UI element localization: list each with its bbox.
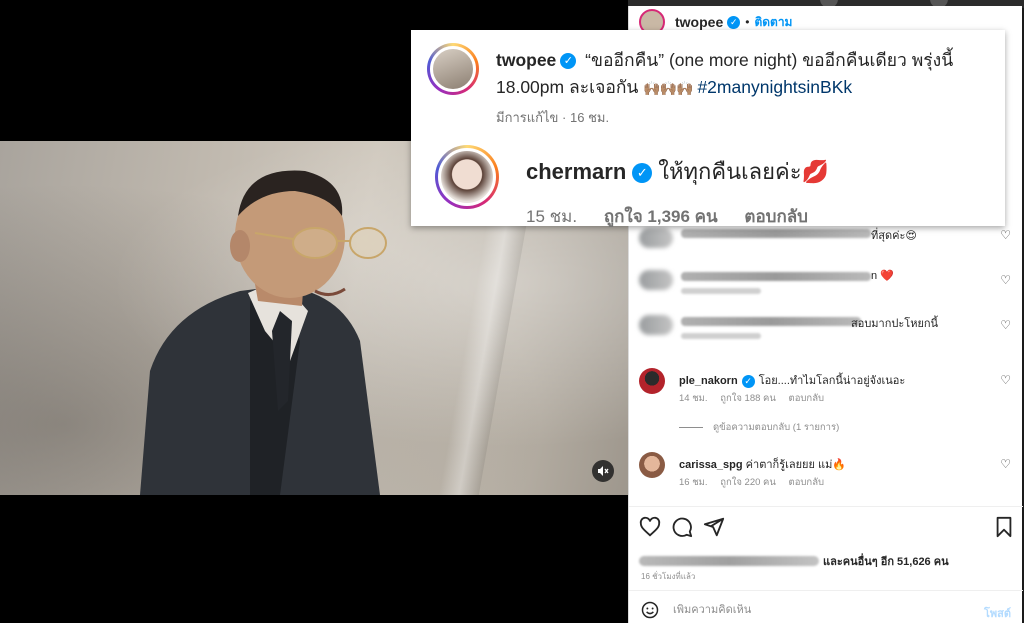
liker-names-blurred [639, 556, 819, 566]
bookmark-icon[interactable] [993, 516, 1015, 538]
comment-likes[interactable]: ถูกใจ 220 คน [720, 477, 776, 488]
emoji-icon[interactable] [641, 601, 659, 619]
comment-text: n ❤️ [871, 270, 894, 282]
caption-meta: มีการแก้ไข · 16 ชม. [496, 107, 609, 128]
comment-meta-blurred [681, 288, 761, 294]
separator-dot: • [745, 15, 750, 29]
comment-item: สอบมากปะโหยกนี้ ♡ [639, 313, 1019, 343]
comment-time: 14 ชม. [679, 393, 708, 404]
video-person [140, 170, 387, 495]
post-timestamp: 16 ชั่วโมงที่แล้ว [641, 572, 696, 581]
commenter-avatar[interactable] [639, 368, 665, 394]
comment-text-blurred [681, 272, 871, 281]
commenter-username[interactable]: carissa_spg [679, 459, 743, 471]
heart-icon[interactable] [639, 516, 661, 538]
comment-text-blurred [681, 317, 861, 326]
reply-button[interactable]: ตอบกลับ [789, 393, 825, 404]
comment-meta: 14 ชม. ถูกใจ 188 คน ตอบกลับ [679, 391, 834, 406]
reply-likes[interactable]: ถูกใจ 1,396 คน [604, 207, 718, 226]
heart-icon[interactable]: ♡ [1000, 228, 1011, 242]
post-comment-button[interactable]: โพสต์ [984, 604, 1011, 622]
muted-speaker-icon [598, 466, 609, 476]
follow-button[interactable]: ติดตาม [754, 13, 792, 32]
author-username[interactable]: twopee [675, 14, 723, 30]
comment-text: ค่าตาก็รู้เลยยย แม่🔥 [745, 459, 847, 471]
heart-icon[interactable]: ♡ [1000, 318, 1011, 332]
avatar-image [438, 148, 496, 206]
comment-text: โอย....ทำไมโลกนี้น่าอยู่จังเนอะ [758, 375, 906, 387]
avatar-image [430, 46, 476, 92]
caption-username[interactable]: twopee [496, 50, 556, 70]
comment-body: ple_nakorn ✓ โอย....ทำไมโลกนี้น่าอยู่จังเน… [679, 371, 905, 389]
caption-time: 16 ชม. [570, 110, 610, 125]
heart-icon[interactable]: ♡ [1000, 457, 1011, 471]
post-caption: twopee ✓ “ขออีกคืน” (one more night) ขออี… [496, 47, 996, 102]
divider [629, 506, 1023, 507]
comment-meta: 16 ชม. ถูกใจ 220 คน ตอบกลับ [679, 475, 834, 490]
commenter-avatar-blurred [639, 228, 673, 248]
reply-username[interactable]: chermarn [526, 159, 626, 184]
comment-input[interactable] [673, 604, 953, 616]
comment-time: 16 ชม. [679, 477, 708, 488]
replies-line [679, 427, 703, 428]
comment-item: ple_nakorn ✓ โอย....ทำไมโลกนี้น่าอยู่จังเน… [639, 368, 1019, 438]
comment-icon[interactable] [671, 516, 693, 538]
view-replies-label: ดูข้อความตอบกลับ (1 รายการ) [713, 422, 840, 433]
caption-emoji: 🙌🏽🙌🏽🙌🏽 [643, 80, 693, 96]
commenter-avatar-blurred [639, 270, 673, 290]
reply-text: ให้ทุกคืนเลยค่ะ [658, 159, 802, 184]
reply-comment: chermarn ✓ ให้ทุกคืนเลยค่ะ💋 [526, 154, 829, 189]
comment-text-blurred [681, 229, 871, 238]
verified-badge-icon: ✓ [741, 374, 755, 388]
reply-author-avatar[interactable] [435, 145, 499, 209]
reply-meta: 15 ชม. ถูกใจ 1,396 คน ตอบกลับ [526, 203, 830, 230]
commenter-avatar[interactable] [639, 452, 665, 478]
caption-hashtag[interactable]: #2manynightsinBKk [697, 77, 852, 97]
verified-badge-icon: ✓ [560, 53, 577, 69]
likes-summary[interactable]: และคนอื่นๆ อีก 51,626 คน [639, 552, 949, 570]
comment-likes[interactable]: ถูกใจ 188 คน [720, 393, 776, 404]
likes-count-text: และคนอื่นๆ อีก 51,626 คน [823, 556, 949, 568]
comment-text: ที่สุดค่ะ😍 [871, 230, 917, 242]
edited-label: มีการแก้ไข [496, 110, 559, 125]
heart-icon[interactable]: ♡ [1000, 273, 1011, 287]
commenter-avatar-blurred [639, 315, 673, 335]
zoom-callout: twopee ✓ “ขออีกคืน” (one more night) ขออี… [411, 30, 1005, 226]
reply-button[interactable]: ตอบกลับ [789, 477, 825, 488]
separator-dot: · [562, 110, 567, 125]
view-replies-button[interactable]: ดูข้อความตอบกลับ (1 รายการ) [679, 420, 839, 435]
comment-meta-blurred [681, 333, 761, 339]
action-bar [639, 516, 1015, 538]
comment-body: carissa_spg ค่าตาก็รู้เลยยย แม่🔥 [679, 455, 846, 473]
comment-item: carissa_spg ค่าตาก็รู้เลยยย แม่🔥 16 ชม. … [639, 452, 1019, 496]
reply-button[interactable]: ตอบกลับ [744, 207, 808, 226]
caption-author-avatar[interactable] [427, 43, 479, 95]
verified-badge-icon: ✓ [632, 163, 653, 184]
share-icon[interactable] [703, 516, 725, 538]
comment-item: n ❤️ ♡ [639, 268, 1019, 298]
divider [629, 590, 1023, 591]
mute-button[interactable] [592, 460, 614, 482]
heart-icon[interactable]: ♡ [1000, 373, 1011, 387]
reply-time: 15 ชม. [526, 207, 578, 226]
comment-text: สอบมากปะโหยกนี้ [851, 318, 939, 330]
verified-badge-icon: ✓ [727, 15, 741, 29]
commenter-username[interactable]: ple_nakorn [679, 375, 738, 387]
reply-emoji: 💋 [801, 159, 829, 184]
add-comment-bar: โพสต์ [629, 597, 1023, 623]
